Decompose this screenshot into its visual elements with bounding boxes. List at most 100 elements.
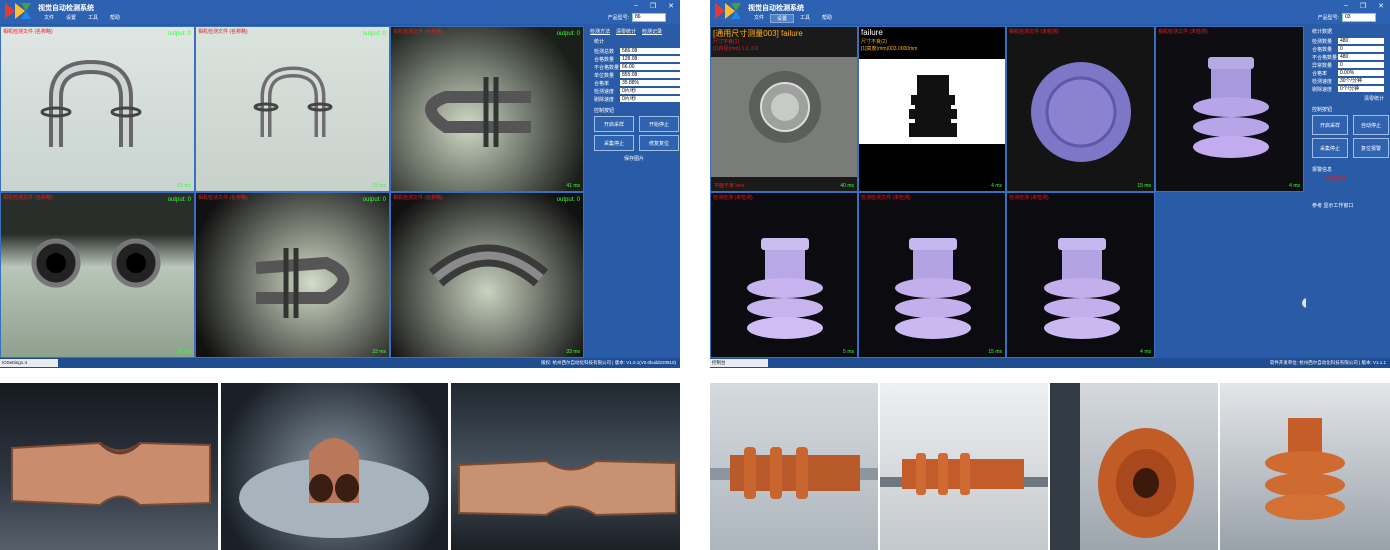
reset-alarm-button[interactable]: 复位报警	[1353, 138, 1389, 158]
menu-file[interactable]: 文件	[38, 14, 60, 23]
stat-value: 30个/分钟	[1338, 78, 1384, 84]
menu-file[interactable]: 文件	[748, 14, 770, 23]
camera-view-3[interactable]: 相机检测文件 (未检测) 15 ms	[1006, 26, 1155, 192]
alarm-title: 报警信息	[1312, 167, 1333, 173]
camera-view-6[interactable]: 相机检测文件 (名称略) output: 0 33 ms	[390, 192, 584, 358]
result-detail: [1]高度(mm)003.0000mm	[861, 46, 918, 52]
seal-top-purple-image	[1031, 62, 1131, 162]
camera-view-2[interactable]: failure 尺寸不良(2) [1]高度(mm)003.0000mm 4 ms	[858, 26, 1006, 192]
copper-tube-photo-3	[451, 383, 680, 550]
camera-view-1[interactable]: [通用尺寸测量003] failure 尺寸不良(1) [1]内径(mm) 1.…	[710, 26, 858, 192]
start-stop-button[interactable]: 开始停止	[639, 116, 679, 132]
restore-icon[interactable]: ❐	[1360, 2, 1366, 10]
camera-grid: 相机检测文件 (名称略) output: 0 53 ms 相机检测文件 (名称略…	[0, 26, 584, 358]
camera-label: 平面不良 lens	[714, 183, 745, 189]
control-buttons: 开启采样 自动停止 采集停止 复位报警	[1312, 115, 1390, 158]
camera-time: 33 ms	[566, 349, 580, 355]
stat-value: 0片/秒	[620, 88, 680, 94]
capture-stop-button[interactable]: 采集停止	[594, 135, 634, 151]
camera-view-5[interactable]: 检测检测 (未检测) 5 ms	[710, 192, 858, 358]
app-title: 视觉自动检测系统	[748, 5, 804, 12]
camera-caption: 检测检测 (未检测)	[1009, 195, 1049, 201]
show-work-window-link[interactable]: 参考 显示工作窗口	[1312, 202, 1390, 209]
camera-view-4[interactable]: 相机检测文件 (未检测) 4 ms	[1155, 26, 1304, 192]
auto-stop-button[interactable]: 自动停止	[1353, 115, 1389, 135]
u-tube-front-image	[428, 244, 549, 287]
reset-stats-link[interactable]: 清零统计	[1306, 95, 1384, 102]
status-tab[interactable]: 控制台	[710, 359, 768, 367]
save-images-link[interactable]: 保存图片	[588, 155, 680, 162]
camera-output: output: 0	[167, 197, 191, 203]
menu-tools[interactable]: 工具	[794, 14, 816, 23]
menu-help[interactable]: 帮助	[816, 14, 838, 23]
stat-value: 0	[1338, 62, 1384, 68]
menu-help[interactable]: 帮助	[104, 14, 126, 23]
restore-icon[interactable]: ❐	[650, 2, 656, 10]
stat-label: 合格率	[594, 80, 610, 87]
camera-grid: [通用尺寸测量003] failure 尺寸不良(1) [1]内径(mm) 1.…	[710, 26, 1312, 358]
camera-caption: 相机检测文件 (未检测)	[1158, 29, 1208, 35]
product-model-dropdown[interactable]: 03	[1342, 13, 1376, 22]
clear-stats-link[interactable]: 清零统计	[616, 28, 636, 35]
camera-time: 15 ms	[988, 349, 1002, 355]
menu-settings[interactable]: 设置	[60, 14, 82, 23]
capture-stop-button[interactable]: 采集停止	[1312, 138, 1348, 158]
title-bar: 视觉自动检测系统 文件 设置 工具 帮助 – ❐ ✕ 产品型号: 03	[710, 0, 1390, 24]
camera-time: 41 ms	[566, 183, 580, 189]
result-sub: 尺寸不良(2)	[861, 39, 888, 45]
minimize-icon[interactable]: –	[634, 2, 638, 10]
camera-time: 40 ms	[840, 183, 854, 189]
control-panel: 统计数据 检测数量 480 合格数量 0 不合格数量 480 异常数量 0 合格率 0.0…	[1306, 26, 1390, 358]
app-logo-icon	[715, 3, 741, 19]
camera-caption: 相机检测文件 (未检测)	[1009, 29, 1059, 35]
stat-value: 66.00	[620, 64, 680, 70]
camera-view-6[interactable]: 检测检测文件 (未检测) 15 ms	[858, 192, 1006, 358]
product-model-select: 产品型号: 03	[1318, 13, 1376, 22]
close-icon[interactable]: ✕	[668, 2, 674, 10]
stat-value: 586.08	[620, 48, 680, 54]
stat-value: 480	[1338, 38, 1384, 44]
app-logo-icon	[5, 3, 31, 19]
minimize-icon[interactable]: –	[1344, 2, 1348, 10]
camera-caption: 相机检测文件 (名称略)	[3, 29, 53, 35]
result-title: failure	[861, 28, 883, 37]
window-controls: – ❐ ✕	[1344, 2, 1384, 10]
camera-view-2[interactable]: 相机检测文件 (名称略) output: 0 33 ms	[195, 26, 390, 192]
close-icon[interactable]: ✕	[1378, 2, 1384, 10]
camera-view-1[interactable]: 相机检测文件 (名称略) output: 0 53 ms	[0, 26, 195, 192]
stat-value: 0片/秒	[620, 96, 680, 102]
stat-label: 合格率	[1312, 70, 1328, 77]
stat-value: 0.00%	[1338, 70, 1384, 76]
stat-label: 检测总数	[594, 48, 615, 55]
camera-view-3[interactable]: 相机检测文件 (名称略) output: 0 41 ms	[390, 26, 584, 192]
stat-label: 检测速度	[594, 88, 615, 95]
orange-seal-photo-4	[1220, 383, 1390, 550]
detect-method-link[interactable]: 检测方法	[590, 28, 610, 35]
orange-seal-photo-2	[880, 383, 1048, 550]
control-buttons: 开启采样 开始停止 采集停止 修复复位	[594, 116, 680, 151]
status-text: 软件开发单位: 杭州西尔自动化科技有限公司 | 版本: V1.1.1	[1269, 360, 1386, 365]
stat-label: 异常数量	[1312, 62, 1333, 69]
camera-output: output: 0	[362, 197, 386, 203]
stat-value: 855.08	[620, 72, 680, 78]
start-sampling-button[interactable]: 开启采样	[594, 116, 634, 132]
stat-label: 单位数量	[594, 72, 615, 79]
camera-view-5[interactable]: 相机检测文件 (名称略) output: 0 33 ms	[195, 192, 390, 358]
camera-view-4[interactable]: 相机检测文件 (名称略) output: 0 30 ms	[0, 192, 195, 358]
menu-tools[interactable]: 工具	[82, 14, 104, 23]
left-app-window: 视觉自动检测系统 文件 设置 工具 帮助 – ❐ ✕ 产品型号: 86 相机检测…	[0, 0, 680, 368]
camera-view-7[interactable]: 检测检测 (未检测) 4 ms	[1006, 192, 1155, 358]
stat-label: 剔除速度	[594, 96, 615, 103]
menu-settings[interactable]: 设置	[770, 14, 795, 23]
reset-button[interactable]: 修复复位	[639, 135, 679, 151]
camera-caption: 相机检测文件 (名称略)	[3, 195, 53, 201]
stat-label: 不合格数量	[1312, 54, 1338, 61]
product-model-select: 产品型号: 86	[608, 13, 666, 22]
menu-bar: 文件 设置 工具 帮助	[38, 14, 126, 23]
camera-output: output: 0	[556, 197, 580, 203]
status-tab[interactable]: IOSetting1.4	[0, 359, 58, 367]
start-sampling-button[interactable]: 开启采样	[1312, 115, 1348, 135]
detect-record-link[interactable]: 检测记录	[642, 28, 662, 35]
status-bar: 控制台 软件开发单位: 杭州西尔自动化科技有限公司 | 版本: V1.1.1	[710, 358, 1390, 368]
product-model-dropdown[interactable]: 86	[632, 13, 666, 22]
